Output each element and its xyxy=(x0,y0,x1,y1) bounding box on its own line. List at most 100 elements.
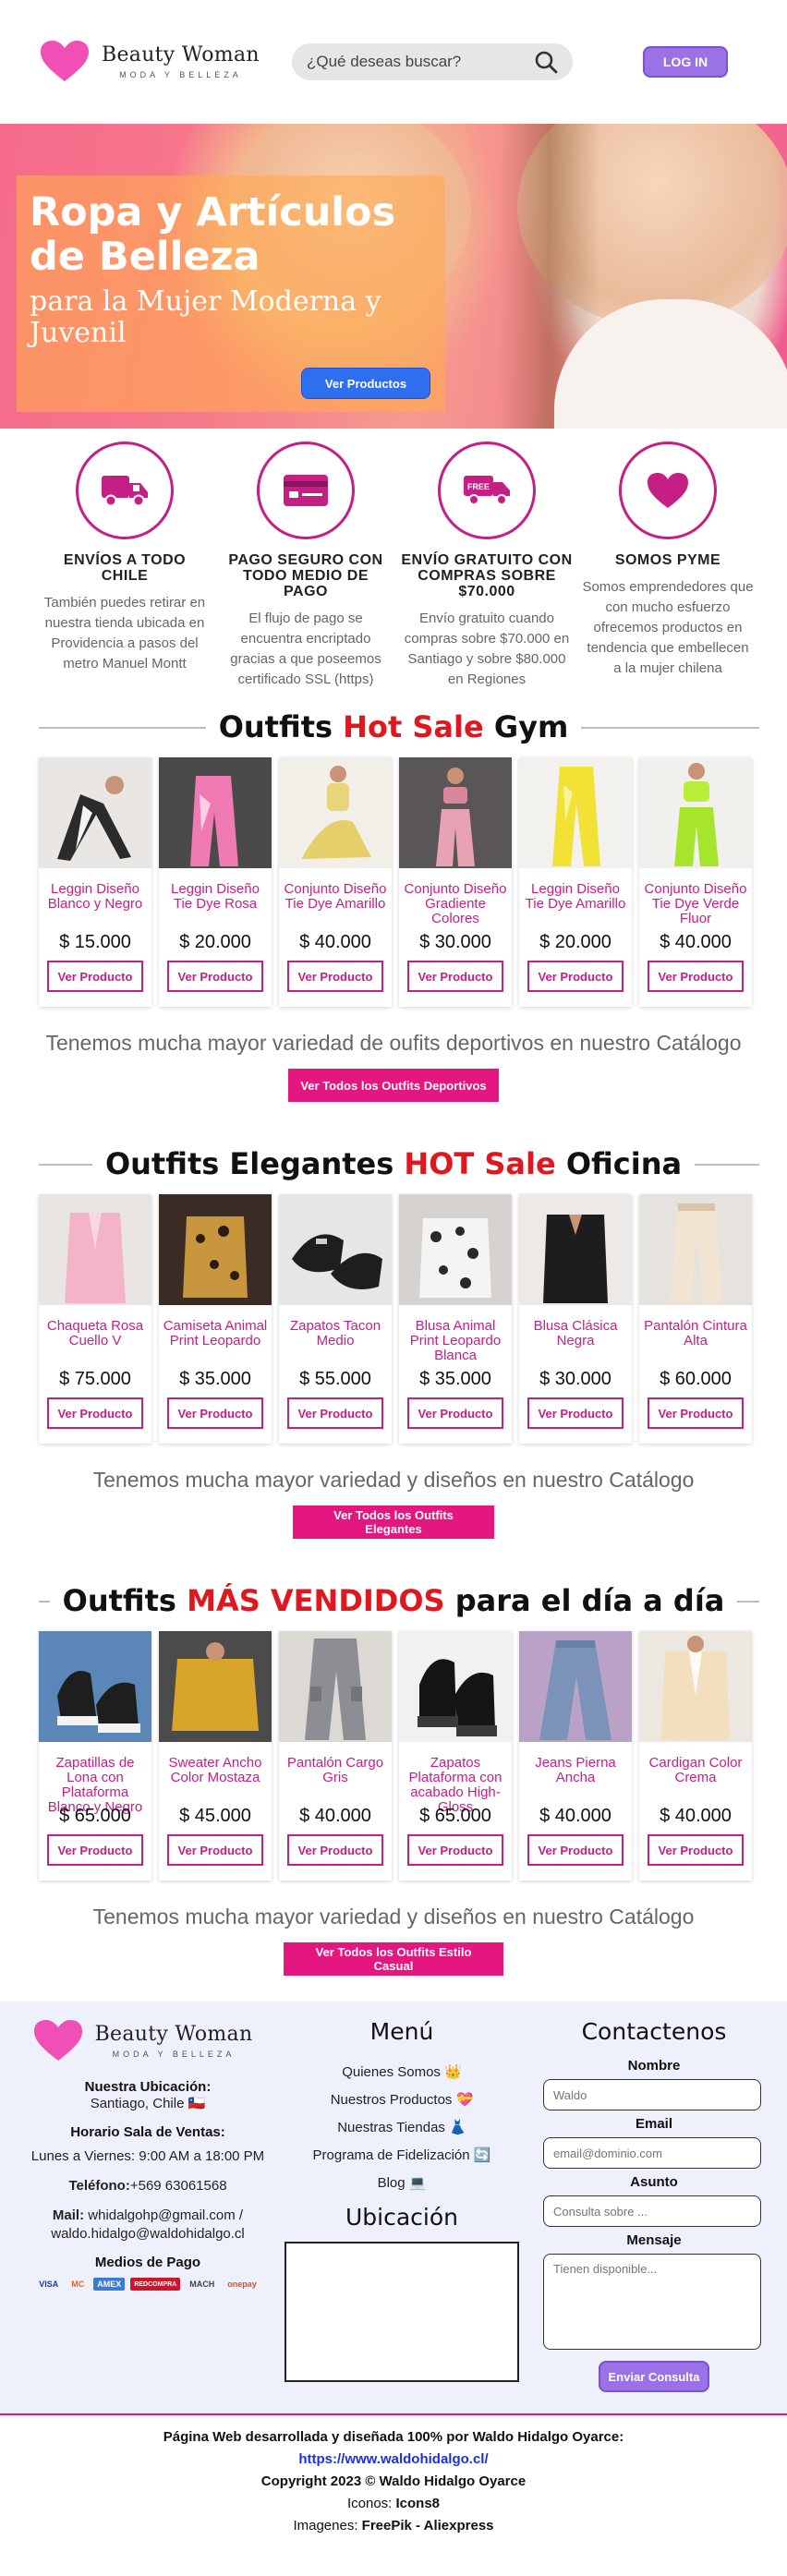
product-image[interactable] xyxy=(519,757,632,868)
product-card[interactable]: Camiseta Animal Print Leopardo $ 35.000 … xyxy=(159,1194,272,1444)
view-product-button[interactable]: Ver Producto xyxy=(287,961,383,992)
product-image[interactable] xyxy=(639,757,752,868)
mach-icon: MACH xyxy=(189,2280,215,2289)
view-product-button[interactable]: Ver Producto xyxy=(407,961,503,992)
view-all-elegant-outfits-button[interactable]: Ver Todos los Outfits Elegantes xyxy=(293,1506,494,1539)
product-price: $ 40.000 xyxy=(660,1806,732,1826)
product-card[interactable]: Zapatos Tacon Medio $ 55.000 Ver Product… xyxy=(279,1194,392,1444)
name-field[interactable] xyxy=(543,2079,761,2110)
view-product-button[interactable]: Ver Producto xyxy=(167,1397,263,1429)
location-label: Nuestra Ubicación: xyxy=(84,2079,212,2095)
view-product-button[interactable]: Ver Producto xyxy=(527,1397,624,1429)
product-card[interactable]: Pantalón Cintura Alta $ 60.000 Ver Produ… xyxy=(639,1194,752,1444)
heart-logo-icon xyxy=(33,2020,82,2061)
product-image[interactable] xyxy=(519,1631,632,1742)
feature-text: El flujo de pago se encuentra encriptado… xyxy=(230,611,381,687)
credit-card-icon xyxy=(284,475,328,506)
feature-circle xyxy=(76,441,174,539)
product-image[interactable] xyxy=(279,1631,392,1742)
email-field[interactable] xyxy=(543,2137,761,2169)
product-card[interactable]: Leggin Diseño Blanco y Negro $ 15.000 Ve… xyxy=(39,757,151,1007)
product-image[interactable] xyxy=(399,1631,512,1742)
view-product-button[interactable]: Ver Producto xyxy=(527,1834,624,1866)
product-name: Camiseta Animal Print Leopardo xyxy=(163,1318,268,1348)
location-map[interactable] xyxy=(285,2242,519,2382)
product-card[interactable]: Sweater Ancho Color Mostaza $ 45.000 Ver… xyxy=(159,1631,272,1881)
view-product-button[interactable]: Ver Producto xyxy=(47,1397,143,1429)
product-image[interactable] xyxy=(519,1194,632,1305)
view-product-button[interactable]: Ver Producto xyxy=(648,1397,744,1429)
view-product-button[interactable]: Ver Producto xyxy=(648,961,744,992)
footer-info-column: Beauty Woman MODA Y BELLEZA Nuestra Ubic… xyxy=(28,2018,268,2291)
product-image[interactable] xyxy=(279,757,392,868)
view-product-button[interactable]: Ver Producto xyxy=(47,961,143,992)
product-image[interactable] xyxy=(279,1194,392,1305)
product-image[interactable] xyxy=(159,757,272,868)
menu-item-stores[interactable]: Nuestras Tiendas 👗 xyxy=(277,2119,527,2135)
product-card[interactable]: Zapatos Plataforma con acabado High-Glos… xyxy=(399,1631,512,1881)
brand-name: Beauty Woman xyxy=(102,42,260,67)
subject-label: Asunto xyxy=(630,2174,678,2190)
login-button[interactable]: LOG IN xyxy=(643,46,728,78)
product-card[interactable]: Conjunto Diseño Tie Dye Amarillo $ 40.00… xyxy=(279,757,392,1007)
section-title: Outfits MÁS VENDIDOS para el día a día xyxy=(49,1583,738,1618)
product-image[interactable] xyxy=(39,1194,151,1305)
menu-item-about[interactable]: Quienes Somos 👑 xyxy=(277,2063,527,2080)
view-product-button[interactable]: Ver Producto xyxy=(287,1397,383,1429)
view-product-button[interactable]: Ver Producto xyxy=(167,961,263,992)
hours-label: Horario Sala de Ventas: xyxy=(70,2124,225,2140)
view-product-button[interactable]: Ver Producto xyxy=(648,1834,744,1866)
view-product-button[interactable]: Ver Producto xyxy=(287,1834,383,1866)
product-card[interactable]: Pantalón Cargo Gris $ 40.000 Ver Product… xyxy=(279,1631,392,1881)
product-card[interactable]: Cardigan Color Crema $ 40.000 Ver Produc… xyxy=(639,1631,752,1881)
menu-item-blog[interactable]: Blog 💻 xyxy=(277,2174,527,2191)
product-card[interactable]: Chaqueta Rosa Cuello V $ 75.000 Ver Prod… xyxy=(39,1194,151,1444)
hot-sale-highlight: HOT Sale xyxy=(404,1146,556,1181)
message-field[interactable] xyxy=(543,2254,761,2350)
product-image[interactable] xyxy=(159,1194,272,1305)
product-card[interactable]: Leggin Diseño Tie Dye Rosa $ 20.000 Ver … xyxy=(159,757,272,1007)
menu-item-products[interactable]: Nuestros Productos 💝 xyxy=(277,2091,527,2108)
view-all-casual-outfits-button[interactable]: Ver Todos los Outfits Estilo Casual xyxy=(284,1942,503,1976)
product-card[interactable]: Blusa Clásica Negra $ 30.000 Ver Product… xyxy=(519,1194,632,1444)
view-product-button[interactable]: Ver Producto xyxy=(47,1834,143,1866)
product-image[interactable] xyxy=(399,757,512,868)
product-image[interactable] xyxy=(159,1631,272,1742)
view-product-button[interactable]: Ver Producto xyxy=(407,1397,503,1429)
product-image[interactable] xyxy=(39,1631,151,1742)
search-input[interactable] xyxy=(307,53,534,71)
send-inquiry-button[interactable]: Enviar Consulta xyxy=(599,2361,709,2392)
footer-brand-logo[interactable]: Beauty Woman MODA Y BELLEZA xyxy=(17,2018,268,2062)
feature-text: También puedes retirar en nuestra tienda… xyxy=(43,595,206,671)
menu-item-loyalty[interactable]: Programa de Fidelización 🔄 xyxy=(277,2147,527,2163)
product-card[interactable]: Conjunto Diseño Tie Dye Verde Fluor $ 40… xyxy=(639,757,752,1007)
subject-field[interactable] xyxy=(543,2195,761,2227)
product-card[interactable]: Blusa Animal Print Leopardo Blanca $ 35.… xyxy=(399,1194,512,1444)
product-card[interactable]: Jeans Pierna Ancha $ 40.000 Ver Producto xyxy=(519,1631,632,1881)
view-product-button[interactable]: Ver Producto xyxy=(527,961,624,992)
product-price: $ 40.000 xyxy=(299,932,371,952)
product-image[interactable] xyxy=(639,1194,752,1305)
product-name: Chaqueta Rosa Cuello V xyxy=(46,1318,144,1348)
product-card[interactable]: Conjunto Diseño Gradiente Colores $ 30.0… xyxy=(399,757,512,1007)
section-heading: Outfits Elegantes HOT Sale Oficina xyxy=(0,1133,787,1194)
features-row: ENVÍOS A TODO CHILE También puedes retir… xyxy=(0,429,787,696)
onepay-icon: onepay xyxy=(227,2280,257,2289)
feature-circle: FREE xyxy=(438,441,536,539)
search-icon[interactable] xyxy=(534,50,558,74)
product-price: $ 55.000 xyxy=(299,1369,371,1389)
product-image[interactable] xyxy=(39,757,151,868)
product-image[interactable] xyxy=(639,1631,752,1742)
footer-contact-column: Contactenos Nombre Email Asunto Mensaje … xyxy=(543,2018,765,2392)
author-website-link[interactable]: https://www.waldohidalgo.cl/ xyxy=(298,2451,488,2467)
view-all-sport-outfits-button[interactable]: Ver Todos los Outfits Deportivos xyxy=(288,1069,499,1102)
brand-logo[interactable]: Beauty Woman MODA Y BELLEZA xyxy=(39,39,260,83)
phone-value[interactable]: +569 63061568 xyxy=(130,2178,227,2194)
product-card[interactable]: Zapatillas de Lona con Plataforma Blanco… xyxy=(39,1631,151,1881)
view-product-button[interactable]: Ver Producto xyxy=(407,1834,503,1866)
product-image[interactable] xyxy=(399,1194,512,1305)
view-product-button[interactable]: Ver Producto xyxy=(167,1834,263,1866)
hero-title: Ropa y Artículos de Belleza xyxy=(30,189,396,280)
product-card[interactable]: Leggin Diseño Tie Dye Amarillo $ 20.000 … xyxy=(519,757,632,1007)
view-products-button[interactable]: Ver Productos xyxy=(301,368,430,399)
